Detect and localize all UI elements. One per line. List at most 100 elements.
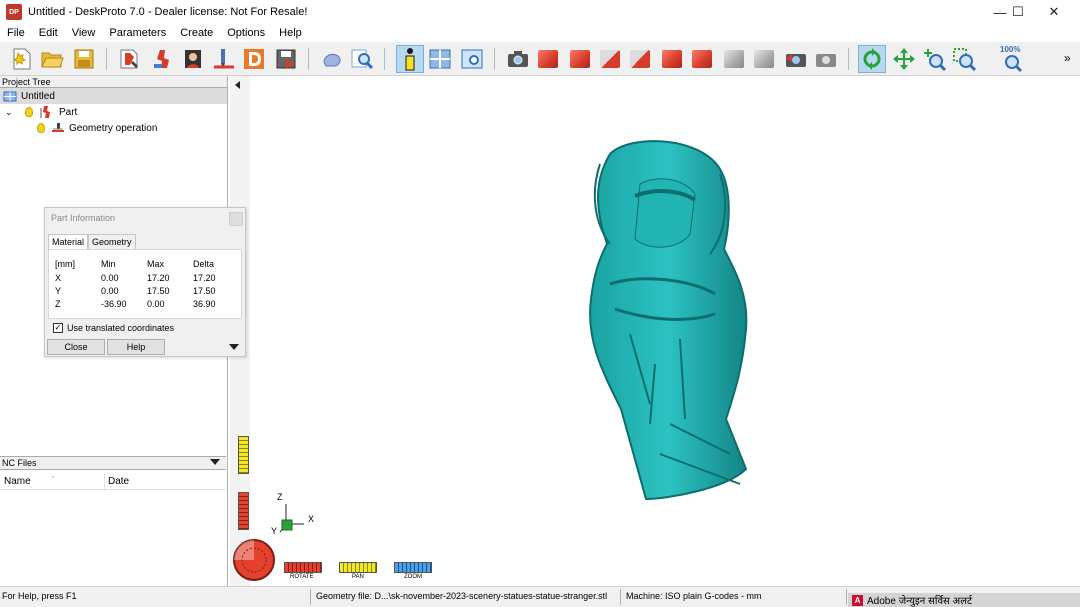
pan-wheel-horizontal[interactable] (339, 562, 377, 573)
camera-view-button[interactable] (504, 45, 532, 73)
bitmap-button[interactable] (180, 45, 208, 73)
four-views-icon (429, 49, 451, 69)
view-back-button[interactable] (596, 45, 624, 73)
load-geometry-button[interactable] (116, 45, 144, 73)
statue-model-render[interactable] (540, 134, 780, 514)
table-cell: X (55, 273, 62, 283)
collapse-arrow-icon[interactable] (235, 81, 240, 89)
zoom-100-button[interactable]: 100% (998, 45, 1026, 73)
project-tree-header: Project Tree (0, 76, 227, 88)
part-information-panel: Part Information Material Geometry [mm] … (44, 207, 246, 357)
view-top-button[interactable] (688, 45, 716, 73)
simulation-button[interactable] (318, 45, 346, 73)
view-settings-button[interactable] (458, 45, 486, 73)
camera-back-icon (786, 54, 806, 67)
menu-edit[interactable]: Edit (32, 27, 65, 39)
open-file-button[interactable] (38, 45, 66, 73)
use-translated-coordinates-checkbox[interactable]: ✓ Use translated coordinates (53, 323, 174, 333)
table-cell: -36.90 (101, 299, 127, 309)
previous-view-button[interactable] (782, 45, 810, 73)
close-button[interactable]: ✕ (1036, 0, 1072, 24)
zoom-window-button[interactable] (950, 45, 978, 73)
menu-create[interactable]: Create (173, 27, 220, 39)
table-cell: 0.00 (147, 299, 165, 309)
table-cell: 17.50 (193, 286, 216, 296)
axis-gizmo-icon (279, 504, 304, 533)
view-side-button[interactable] (750, 45, 778, 73)
design-button[interactable] (240, 45, 268, 73)
table-header: [mm] (55, 259, 75, 269)
save-nc-icon (276, 49, 296, 69)
save-button[interactable] (70, 45, 98, 73)
taskbar-adobe-alert[interactable]: A Adobe जेन्युइन सर्विस अलर्ट (848, 593, 1080, 607)
rotate-wheel-horizontal[interactable] (284, 562, 322, 573)
panel-close-box[interactable] (229, 212, 243, 226)
nc-files-header[interactable]: NC Files (0, 456, 226, 470)
tree-label-untitled: Untitled (21, 90, 55, 102)
tab-material[interactable]: Material (48, 234, 89, 249)
menu-bar: File Edit View Parameters Create Options… (0, 24, 1080, 42)
view-right-button[interactable] (658, 45, 686, 73)
menu-file[interactable]: File (0, 27, 32, 39)
lightbulb-icon[interactable] (25, 107, 33, 117)
cube-front-icon (570, 50, 590, 68)
menu-options[interactable]: Options (220, 27, 272, 39)
view-bottom-button[interactable] (720, 45, 748, 73)
info-icon (405, 48, 415, 71)
camera-icon (508, 51, 528, 67)
pan-wheel-vertical[interactable] (238, 436, 249, 474)
checkbox-checked-icon[interactable]: ✓ (53, 323, 63, 333)
part-parameters-button[interactable] (148, 45, 176, 73)
nc-files-title: NC Files (2, 458, 37, 468)
view-window-icon (461, 49, 483, 69)
lightbulb-icon[interactable] (37, 123, 45, 133)
part-information-button[interactable] (396, 45, 424, 73)
rotate-wheel-vertical[interactable] (238, 492, 249, 530)
cube-right-icon (662, 50, 682, 68)
view-left-button[interactable] (626, 45, 654, 73)
checkbox-label: Use translated coordinates (67, 323, 175, 333)
adobe-alert-text: Adobe जेन्युइन सर्विस अलर्ट (867, 596, 973, 607)
zoom-wheel-horizontal[interactable] (394, 562, 432, 573)
table-cell: Z (55, 299, 61, 309)
menu-view[interactable]: View (65, 27, 103, 39)
tree-item-part[interactable]: ⌄ Part (0, 104, 227, 120)
chevron-down-icon[interactable]: ⌄ (5, 107, 15, 118)
menu-parameters[interactable]: Parameters (102, 27, 173, 39)
pan-mode-button[interactable] (890, 45, 918, 73)
help-button[interactable]: Help (107, 339, 165, 355)
cube-back-icon (600, 50, 620, 68)
zoom-mode-button[interactable] (920, 45, 948, 73)
new-file-button[interactable] (8, 45, 36, 73)
dropdown-arrow-icon[interactable] (210, 459, 220, 465)
toolbar: 100% » (0, 42, 1080, 76)
operation-button[interactable] (210, 45, 238, 73)
preview-zoom-button[interactable] (348, 45, 376, 73)
rotate-dial-icon[interactable] (232, 538, 276, 582)
new-file-icon (12, 48, 31, 70)
column-date[interactable]: Date (108, 476, 129, 487)
next-view-button[interactable] (812, 45, 840, 73)
tab-geometry[interactable]: Geometry (88, 234, 136, 249)
split-view-button[interactable] (426, 45, 454, 73)
maximize-button[interactable]: ☐ (1000, 0, 1036, 24)
view-front-button[interactable] (566, 45, 594, 73)
magnifier-icon (351, 49, 374, 70)
expand-down-icon[interactable] (229, 344, 239, 350)
tree-item-geometry-operation[interactable]: Geometry operation (0, 120, 227, 136)
column-name[interactable]: Name (4, 476, 31, 487)
table-header: Min (101, 259, 116, 269)
axis-x-label: X (308, 514, 315, 524)
menu-help[interactable]: Help (272, 27, 309, 39)
cube-bottom-icon (724, 50, 744, 68)
camera-forward-icon (816, 54, 836, 67)
tree-item-untitled[interactable]: Untitled (0, 88, 227, 104)
3d-viewport[interactable]: Z X Y ROTATE PAN ZOOM (230, 76, 1080, 586)
toolbar-overflow-button[interactable]: » (1064, 51, 1071, 65)
table-cell: 0.00 (101, 286, 119, 296)
view-iso-button[interactable] (534, 45, 562, 73)
status-geometry-file: Geometry file: D...\sk-november-2023-sce… (316, 591, 608, 601)
close-panel-button[interactable]: Close (47, 339, 105, 355)
save-nc-button[interactable] (272, 45, 300, 73)
rotate-mode-button[interactable] (858, 45, 886, 73)
